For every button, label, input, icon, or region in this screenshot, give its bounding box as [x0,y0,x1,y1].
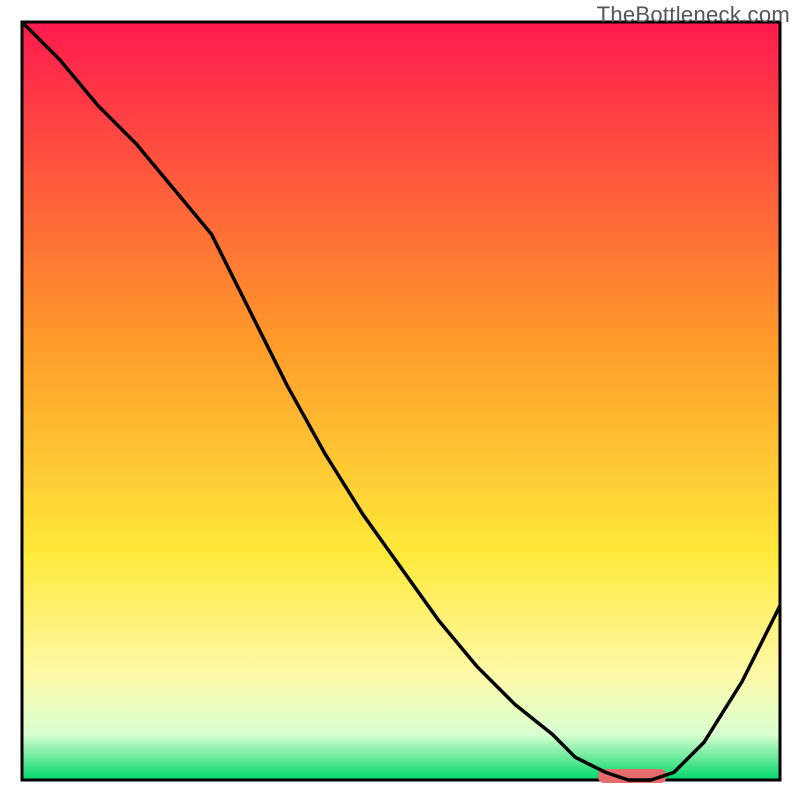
chart-canvas: TheBottleneck.com [0,0,800,800]
watermark-label: TheBottleneck.com [597,2,790,28]
bottleneck-chart [0,0,800,800]
plot-background [22,22,780,780]
